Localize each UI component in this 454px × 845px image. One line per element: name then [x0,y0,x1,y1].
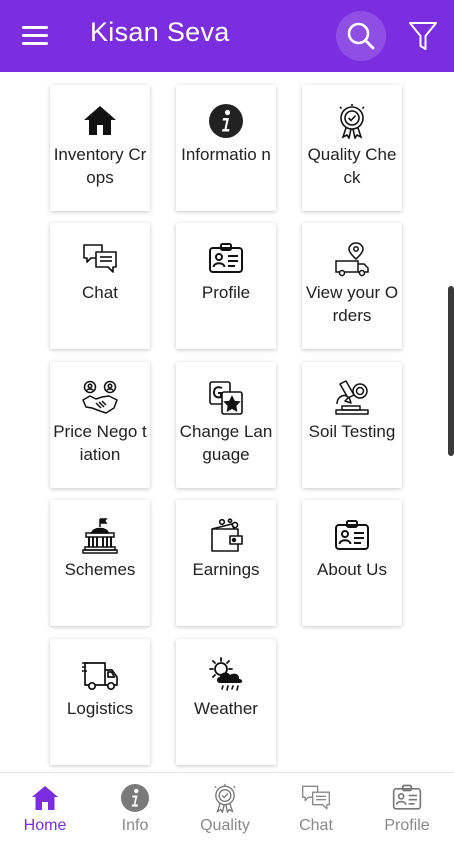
tile-label: Informatio n [181,145,271,164]
id-card-icon [209,243,243,273]
tile-logistics[interactable]: Logistics [50,639,150,765]
nav-quality[interactable]: Quality [180,773,270,845]
chat-icon [302,785,330,810]
info-icon [121,784,149,812]
tile-earnings[interactable]: Earnings [176,500,276,626]
tile-label: Chat [82,283,118,302]
id-card-icon [392,784,422,810]
home-icon [32,786,58,810]
tile-inventory-crops[interactable]: Inventory Crops [50,85,150,211]
wallet-icon [211,518,243,552]
tile-change-language[interactable]: Change Language [176,362,276,488]
tile-view-orders[interactable]: View your Orders [302,223,402,349]
nav-label: Profile [384,817,430,834]
tile-label: Weather [194,699,258,718]
nav-label: Home [23,817,67,834]
tile-label: Logistics [66,699,134,718]
id-card-icon [335,520,369,550]
tile-label: Quality Check [307,145,397,187]
nav-profile[interactable]: Profile [362,773,452,845]
nav-chat[interactable]: Chat [271,773,361,845]
filter-icon [409,22,437,50]
tile-label: Earnings [192,560,260,579]
nav-label: Info [121,817,149,834]
microscope-icon [335,380,369,415]
tile-label: Schemes [64,560,136,579]
tile-label: View your Orders [305,283,399,325]
home-icon [84,106,116,135]
translate-icon [209,381,243,415]
chat-icon [83,244,117,273]
quality-badge-icon [339,104,365,139]
scrollbar-thumb[interactable] [448,286,454,456]
tile-quality-check[interactable]: Quality Check [302,85,402,211]
tile-chat[interactable]: Chat [50,223,150,349]
tile-information[interactable]: Informatio n [176,85,276,211]
tile-about-us[interactable]: About Us [302,500,402,626]
nav-home[interactable]: Home [0,773,90,845]
tile-label: About Us [317,560,387,579]
filter-button[interactable] [406,19,440,53]
app-title: Kisan Seva [90,17,230,47]
search-icon [347,22,375,50]
tile-weather[interactable]: Weather [176,639,276,765]
menu-icon[interactable] [22,24,48,46]
tile-soil-testing[interactable]: Soil Testing [302,362,402,488]
app-bar: Kisan Seva [0,0,454,72]
tile-label: Profile [201,283,251,302]
tile-label: Price Nego tiation [53,422,147,464]
feature-grid: Inventory Crops Informatio n Quality Che… [0,72,454,772]
info-icon [209,104,243,138]
bottom-navigation: Home Info Quality Chat Profile [0,772,454,845]
tile-profile[interactable]: Profile [176,223,276,349]
tile-price-negotiation[interactable]: Price Nego tiation [50,362,150,488]
tile-schemes[interactable]: Schemes [50,500,150,626]
quality-badge-icon [214,783,236,813]
truck-icon [82,662,118,691]
government-building-icon [82,518,118,554]
delivery-truck-icon [335,242,369,277]
tile-label: Inventory Crops [53,145,147,187]
nav-label: Quality [200,817,250,834]
search-button[interactable] [336,11,386,61]
nav-label: Chat [299,817,333,834]
tile-label: Change Language [179,422,273,464]
weather-icon [209,657,243,691]
tile-label: Soil Testing [308,422,396,441]
handshake-icon [82,380,118,414]
nav-info[interactable]: Info [90,773,180,845]
